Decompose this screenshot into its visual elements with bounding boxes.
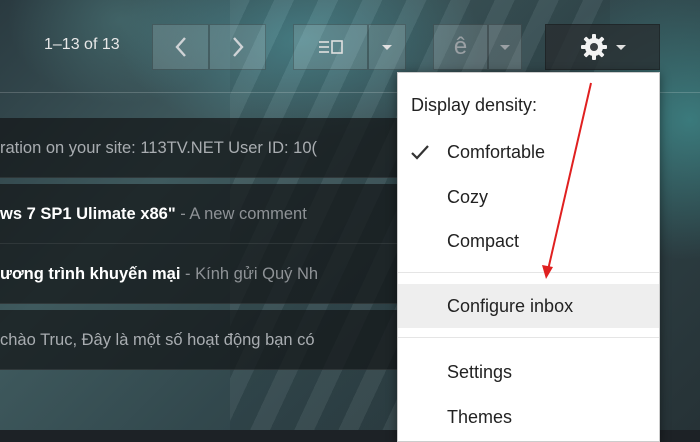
annotation-arrow xyxy=(542,82,592,279)
